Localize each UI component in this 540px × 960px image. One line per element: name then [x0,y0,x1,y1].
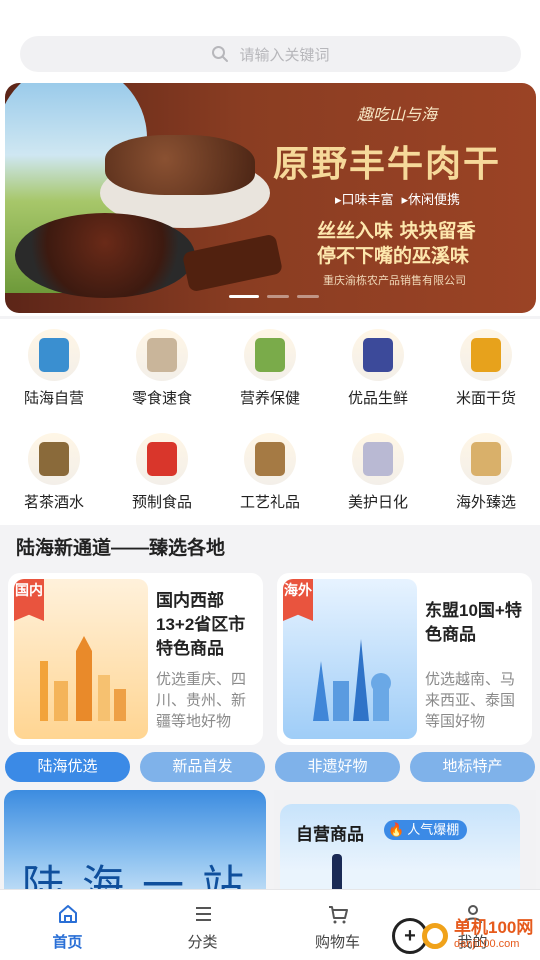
banner-beef-image [105,135,255,195]
nav-item-0[interactable]: 首页 [0,890,135,960]
search-placeholder: 请输入关键词 [239,46,330,64]
nav-label: 购物车 [314,934,360,951]
region-card-title: 东盟10国+特色商品 [425,601,522,644]
tab-3[interactable]: 地标特产 [410,752,535,782]
banner-brand-logo: 趣吃山与海 [357,105,438,124]
category-label: 预制食品 [131,494,192,511]
category-label: 茗茶酒水 [23,494,84,511]
list-icon [195,907,211,921]
nav-item-1[interactable]: 分类 [135,890,270,960]
carousel-dot[interactable] [229,295,259,298]
category-label: 陆海自营 [23,390,84,407]
banner-company: 重庆渝栋农产品销售有限公司 [323,275,466,287]
banner-dish-image [15,213,195,298]
product-tabs: 陆海优选 新品首发 非遗好物 地标特产 [0,752,540,790]
banner-section: 趣吃山与海 原野丰牛肉干 ▸口味丰富 ▸休闲便携 丝丝入味 块块留香 停不下嘴的… [0,80,540,316]
carousel-dot[interactable] [267,295,289,298]
category-label: 海外臻选 [455,494,516,511]
top-bar: 请输入关键词 [0,0,540,80]
category-product-image [147,442,177,476]
category-item[interactable]: 陆海自营 [0,319,108,423]
carousel-dot[interactable] [297,295,319,298]
section-title: 陆海新通道——臻选各地 [0,527,540,571]
category-item[interactable]: 工艺礼品 [216,423,324,525]
region-card-domestic[interactable]: 国内 国内西部13+2省区市特色商品 优选重庆、四川、贵州、新疆等地好物 [8,573,263,745]
category-product-image [147,338,177,372]
category-product-image [471,442,501,476]
category-item[interactable]: 优品生鲜 [324,319,432,423]
category-item[interactable]: 米面干货 [432,319,540,423]
cosmetics-icon [352,433,404,485]
category-label: 零食速食 [131,390,192,407]
category-item[interactable]: 海外臻选 [432,423,540,525]
banner-tag: ▸休闲便携 [401,192,461,207]
promo-right-title: 自营商品 [296,825,364,844]
watermark-line2: danji100.com [454,938,520,950]
category-label: 工艺礼品 [239,494,300,511]
promo-card-left[interactable]: 陆海一站 [4,790,266,900]
category-product-image [363,338,393,372]
carousel-indicator [229,295,319,298]
banner-slogan-line: 丝丝入味 块块留香 [317,220,476,242]
hot-badge-label: 人气爆棚 [407,822,460,837]
nav-label: 首页 [52,934,83,951]
category-label: 优品生鲜 [347,390,408,407]
region-card-desc: 优选重庆、四川、贵州、新疆等地好物 [156,671,247,730]
tea-icon [28,433,80,485]
banner-jerky-sticks-image [181,233,284,293]
category-item[interactable]: 零食速食 [108,319,216,423]
home-icon [58,905,77,923]
watermark-text: 单机100网 danji100.com [454,918,534,952]
promo-right-panel: 自营商品 🔥 人气爆棚 [280,804,520,914]
category-grid: 陆海自营 零食速食 营养保健 优品生鲜 米面干货茗茶酒水 预制食品 工艺礼品 美护日化 海外臻选 [0,319,540,525]
domestic-skyline-icon [40,636,126,721]
category-item[interactable]: 营养保健 [216,319,324,423]
banner-carousel[interactable]: 趣吃山与海 原野丰牛肉干 ▸口味丰富 ▸休闲便携 丝丝入味 块块留香 停不下嘴的… [5,83,536,313]
fire-icon: 🔥 [388,822,405,837]
category-product-image [255,442,285,476]
search-input[interactable]: 请输入关键词 [20,36,521,72]
banner-tag: ▸口味丰富 [335,192,394,207]
watermark: + 单机100网 danji100.com [392,916,533,956]
cart-icon [328,906,348,924]
category-product-image [363,442,393,476]
banner-title: 原野丰牛肉干 [273,143,502,185]
overseas-skyline-icon [313,639,391,721]
prepared-food-icon [136,433,188,485]
region-card-overseas[interactable]: 海外 东盟10国+特色商品 优选越南、马来西亚、泰国等国好物 [277,573,532,745]
category-item[interactable]: 茗茶酒水 [0,423,108,525]
tab-0[interactable]: 陆海优选 [5,752,130,782]
nav-label: 分类 [187,934,218,951]
banner-slogan: 丝丝入味 块块留香 停不下嘴的巫溪味 [317,219,476,269]
tab-1[interactable]: 新品首发 [140,752,265,782]
category-label: 营养保健 [239,390,300,407]
region-card-title: 国内西部13+2省区市特色商品 [156,591,246,658]
category-item[interactable]: 美护日化 [324,423,432,525]
watermark-ring-logo [422,923,448,949]
nav-item-2[interactable]: 购物车 [270,890,405,960]
snack-icon [136,329,188,381]
hot-badge: 🔥 人气爆棚 [384,820,468,840]
category-label: 米面干货 [455,390,516,407]
category-item[interactable]: 预制食品 [108,423,216,525]
promo-card-right[interactable]: 自营商品 🔥 人气爆棚 [274,790,536,914]
grape-icon [352,329,404,381]
selfown-icon [28,329,80,381]
category-product-image [255,338,285,372]
category-product-image [471,338,501,372]
category-label: 美护日化 [347,494,408,511]
oil-icon [460,329,512,381]
craft-icon [244,433,296,485]
banner-tags: ▸口味丰富 ▸休闲便携 [335,189,460,208]
category-product-image [39,442,69,476]
category-product-image [39,338,69,372]
watermark-line1: 单机100网 [454,918,534,937]
region-card-desc: 优选越南、马来西亚、泰国等国好物 [425,671,516,730]
health-icon [244,329,296,381]
overseas-icon [460,433,512,485]
tab-2[interactable]: 非遗好物 [275,752,400,782]
search-icon [212,46,229,62]
banner-slogan-line: 停不下嘴的巫溪味 [317,245,470,267]
